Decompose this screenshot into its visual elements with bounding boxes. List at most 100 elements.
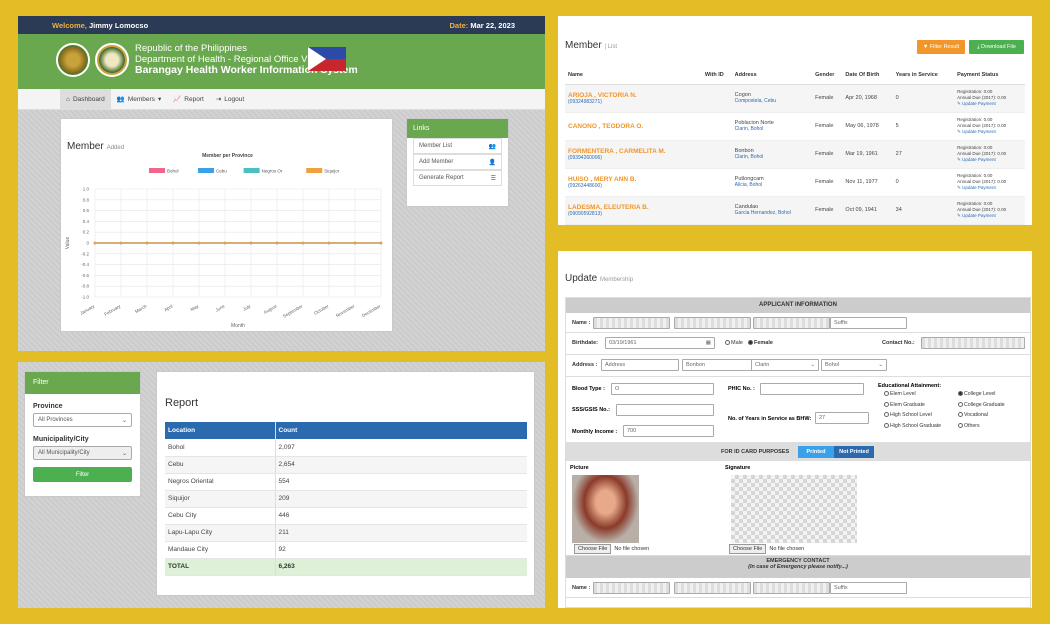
x-tick-label: April (163, 304, 173, 313)
update-payment-link[interactable]: ✎ Update Payment (957, 129, 996, 134)
member-name-link[interactable]: LADESMA, ELEUTERIA B. (568, 204, 702, 211)
member-row[interactable]: ARIOJA , VICTORIA N. (09324983271) Cogon Co… (565, 84, 1025, 113)
data-point (327, 241, 331, 245)
years-label: No. of Years in Service as BHW: (728, 416, 812, 422)
member-name-link[interactable]: ARIOJA , VICTORIA N. (568, 92, 702, 99)
filter-result-button[interactable]: ▼ Filter Result (917, 40, 965, 54)
province-select[interactable]: All Provinces ⌄ (33, 413, 132, 427)
x-tick-label: March (134, 303, 148, 314)
report-count: 92 (275, 541, 527, 559)
nav-report[interactable]: 📈 Report (167, 89, 210, 109)
report-location: Mandaue City (165, 541, 276, 559)
nav-members[interactable]: 👥 Members ▾ (111, 89, 167, 109)
not-printed-toggle[interactable]: Not Printed (834, 446, 874, 458)
nav-logout[interactable]: ⇥ Logout (210, 89, 250, 109)
province-select[interactable]: Bohol ⌄ (821, 359, 887, 371)
update-payment-link[interactable]: ✎ Update Payment (957, 101, 996, 106)
municipality-select[interactable]: Clarin ⌄ (751, 359, 819, 371)
signature-file-input[interactable]: Choose File No file chosen (729, 544, 804, 554)
report-panel: Filter Province All Provinces ⌄ Municipal… (18, 362, 545, 608)
x-tick-label: May (190, 303, 201, 312)
applicant-info-header: APPLICANT INFORMATION (566, 298, 1030, 313)
region-seal-logo (95, 43, 129, 77)
education-label: Educational Attainment: (878, 383, 942, 389)
emergency-middle-name-field[interactable] (753, 582, 830, 594)
first-name-field[interactable] (674, 317, 751, 329)
emergency-suffix-field[interactable]: Suffix (830, 582, 907, 594)
member-row[interactable]: LADESMA, ELEUTERIA B. (09090592813) Candul… (565, 196, 1025, 225)
main-nav: ⌂ Dashboard 👥 Members ▾ 📈 Report ⇥ Logout (18, 89, 545, 110)
update-payment-link[interactable]: ✎ Update Payment (957, 157, 996, 162)
report-row: Lapu-Lapu City 211 (165, 524, 527, 542)
blood-type-field[interactable]: O (611, 383, 714, 395)
report-count: 446 (275, 507, 527, 525)
emergency-first-name-field[interactable] (674, 582, 751, 594)
col-count: Count (275, 422, 527, 439)
income-field[interactable]: 700 (623, 425, 714, 437)
education-option[interactable]: High School Graduate (884, 422, 952, 429)
education-option[interactable]: Elem Graduate (884, 401, 952, 408)
education-option[interactable]: Others (958, 422, 1026, 429)
report-location: Negros Oriental (165, 473, 276, 491)
add-user-icon: 👤 (488, 159, 496, 166)
education-option[interactable]: College Level (958, 391, 1026, 397)
member-row[interactable]: HUISO , MERY ANN B. (09263448600) Putlongc… (565, 168, 1025, 197)
update-payment-link[interactable]: ✎ Update Payment (957, 213, 996, 218)
download-file-button[interactable]: ⤓ Download File (969, 40, 1024, 54)
income-label: Monthly Income : (572, 429, 618, 435)
link-member-list[interactable]: Member List 👥 (413, 138, 502, 154)
phic-field[interactable] (760, 383, 864, 395)
last-name-field[interactable] (593, 317, 670, 329)
member-list-panel: Member | List ▼ Filter Result ⤓ Download… (558, 16, 1032, 225)
update-payment-link[interactable]: ✎ Update Payment (957, 185, 996, 190)
barangay-select[interactable]: Bonbon⌄ (682, 359, 760, 371)
emergency-subtitle: (In case of Emergency please notify...) (748, 564, 848, 570)
member-location: Clarin, Bohol (734, 154, 764, 160)
picture-file-input[interactable]: Choose File No file chosen (574, 544, 649, 554)
report-count: 2,097 (275, 439, 527, 457)
years-field[interactable]: 27 (815, 412, 869, 424)
col-location: Location (165, 422, 276, 439)
y-tick-label: 0.6 (83, 208, 90, 213)
contact-label: Contact No.: (882, 340, 915, 346)
member-row[interactable]: CANONO , TEODORA O. Poblacion Norte Clarin… (565, 112, 1025, 141)
education-option[interactable]: Vocational (958, 412, 1026, 418)
report-count: 211 (275, 524, 527, 542)
sss-field[interactable] (616, 404, 714, 416)
caret-down-icon: ▾ (157, 96, 162, 103)
member-name-link[interactable]: FORMENTERA , CARMELITA M. (568, 148, 702, 155)
member-name-link[interactable]: CANONO , TEODORA O. (568, 123, 702, 130)
legend-label: Cebu (216, 169, 227, 174)
contact-field[interactable] (921, 337, 1025, 349)
province-label: Province (33, 403, 63, 410)
chevron-down-icon: ⌄ (121, 450, 127, 457)
education-option[interactable]: College Graduate (958, 401, 1026, 408)
gender-male-radio[interactable]: Male (725, 340, 743, 346)
data-point (249, 241, 253, 245)
total-label: TOTAL (165, 558, 276, 576)
member-gender: Female (812, 112, 843, 141)
city-select[interactable]: All Municipality/City ⌄ (33, 446, 132, 460)
filter-button[interactable]: Filter (33, 467, 132, 482)
address-field[interactable]: Address (601, 359, 679, 371)
member-name-link[interactable]: HUISO , MERY ANN B. (568, 176, 702, 183)
suffix-field[interactable]: Suffix (830, 317, 907, 329)
printed-toggle[interactable]: Printed (798, 446, 834, 458)
birthdate-field[interactable]: 03/19/1961 ▦ (605, 337, 715, 349)
x-tick-label: February (103, 303, 122, 317)
education-option[interactable]: High School Level (884, 412, 952, 418)
gender-female-radio[interactable]: Female (748, 340, 773, 346)
nav-dashboard[interactable]: ⌂ Dashboard (60, 89, 111, 109)
id-card-label: FOR ID CARD PURPOSES (721, 449, 790, 455)
middle-name-field[interactable] (753, 317, 830, 329)
member-row[interactable]: FORMENTERA , CARMELITA M. (09394260006) Bo… (565, 140, 1025, 169)
total-count: 6,263 (275, 558, 527, 576)
emergency-last-name-field[interactable] (593, 582, 670, 594)
data-point (223, 241, 227, 245)
education-option[interactable]: Elem Level (884, 391, 952, 397)
report-row: Bohol 2,097 (165, 439, 527, 457)
member-dob: Apr 20, 1968 (842, 84, 893, 113)
member-col-2: Address (731, 71, 813, 85)
link-generate-report[interactable]: Generate Report ☰ (413, 170, 502, 186)
link-add-member[interactable]: Add Member 👤 (413, 154, 502, 170)
